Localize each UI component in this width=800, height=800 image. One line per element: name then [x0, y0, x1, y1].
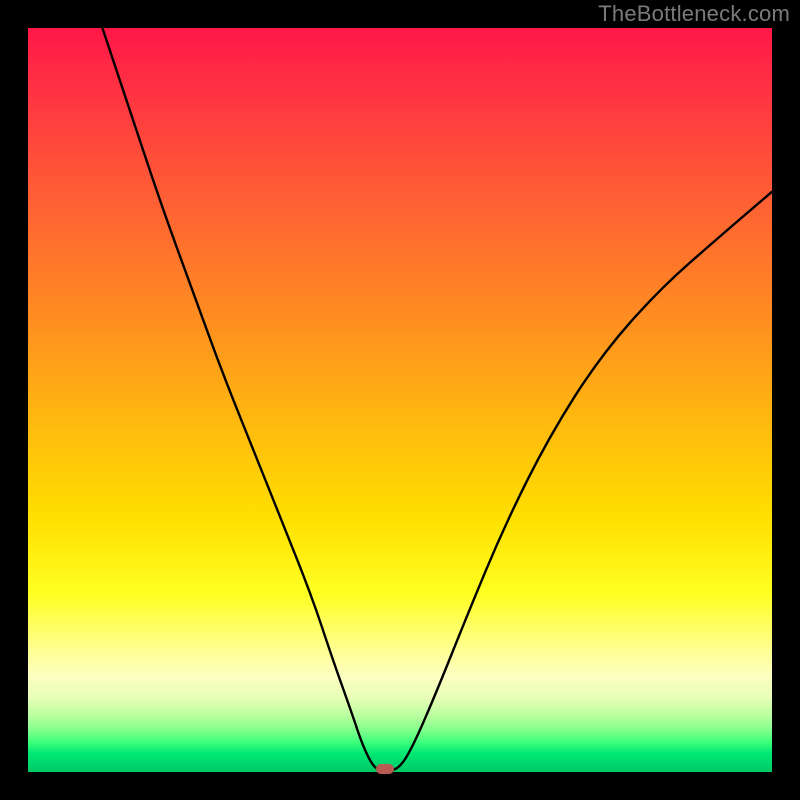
plot-area	[28, 28, 772, 772]
curve-layer	[28, 28, 772, 772]
min-marker	[376, 764, 394, 774]
bottleneck-curve	[102, 28, 772, 771]
chart-frame: TheBottleneck.com	[0, 0, 800, 800]
watermark-text: TheBottleneck.com	[598, 1, 790, 27]
